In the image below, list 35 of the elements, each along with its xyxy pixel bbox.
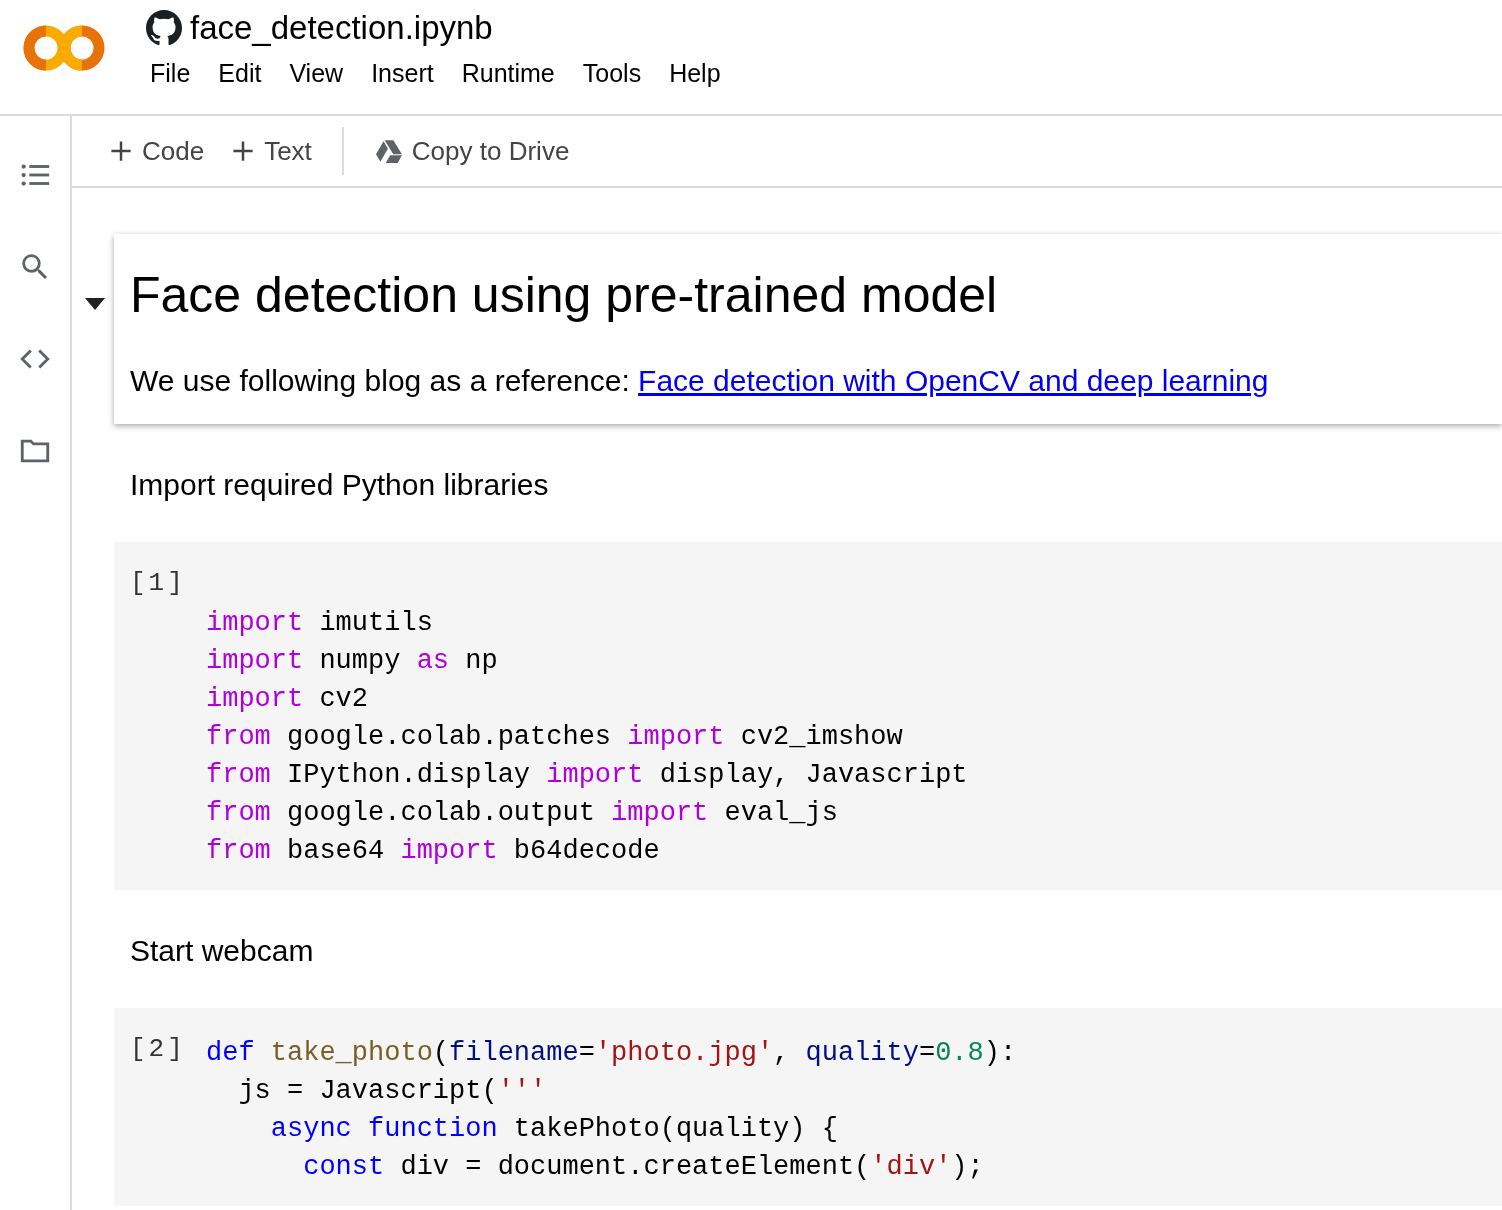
heading: Face detection using pre-trained model: [130, 266, 999, 324]
add-cell-button[interactable]: Code: [102, 131, 213, 171]
execution-count: [2]: [130, 1034, 187, 1064]
code-line: from IPython.display import display, Javascript: [206, 759, 969, 792]
caret-icon[interactable]: [84, 298, 106, 310]
menu-item[interactable]: File: [136, 55, 205, 92]
add-cell-button[interactable]: Text: [224, 131, 320, 171]
link[interactable]: Face detection with OpenCV and deep learning: [638, 364, 1269, 397]
code-line: from google.colab.output import eval_js: [206, 797, 839, 830]
copy-to-drive-button[interactable]: Copy to Drive: [367, 131, 578, 171]
plus-icon: [232, 140, 255, 162]
cell-text: Import required Python libraries: [130, 468, 550, 502]
code-line: def take_photo(filename='photo.jpg', quality=0.8):: [206, 1037, 1017, 1070]
code-line: import cv2: [206, 683, 370, 716]
github-icon: [146, 10, 182, 46]
menu-item[interactable]: View: [275, 55, 358, 92]
notebook-title[interactable]: face_detection.ipynb: [190, 9, 493, 47]
code-line: from google.colab.patches import cv2_imshow: [206, 721, 904, 754]
code-line: from base64 import b64decode: [206, 835, 661, 868]
menu-item[interactable]: Insert: [357, 55, 448, 92]
execution-count: [1]: [130, 568, 187, 598]
menu-item[interactable]: Help: [655, 55, 735, 92]
menu-item[interactable]: Edit: [204, 55, 276, 92]
code-line: import numpy as np: [206, 645, 499, 678]
drive-icon: [375, 139, 402, 163]
code-line: const div = document.createElement('div');: [302, 1151, 985, 1184]
menu-item[interactable]: Runtime: [447, 55, 569, 92]
menu-item[interactable]: Tools: [568, 55, 656, 92]
cell-text: Start webcam: [130, 934, 315, 968]
code-line: js = Javascript(''': [237, 1075, 548, 1108]
code-line: import imutils: [206, 607, 434, 640]
code-cell[interactable]: [2] def take_photo(filename='photo.jpg', quality=0.8): js = Javascript(''' async function takePhoto(quality) { const div = document.createElement('div');: [114, 1008, 1502, 1206]
code-line: async function takePhoto(quality) {: [269, 1113, 839, 1146]
paragraph: We use following blog as a reference: Face detection with OpenCV and deep learning: [130, 364, 1270, 398]
plus-icon: [110, 140, 132, 162]
